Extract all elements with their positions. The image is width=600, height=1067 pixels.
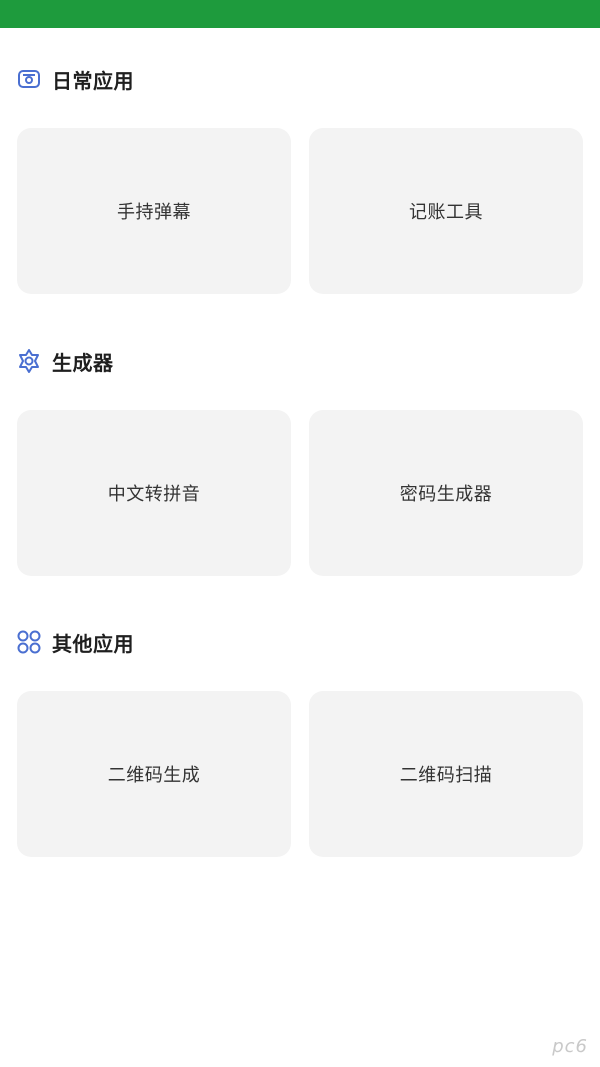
daily-apps-grid: 手持弹幕 记账工具 (17, 128, 583, 294)
section-title: 其他应用 (52, 631, 134, 656)
card-chinese-to-pinyin[interactable]: 中文转拼音 (17, 410, 291, 576)
card-password-generator[interactable]: 密码生成器 (309, 410, 583, 576)
gear-icon (16, 348, 42, 374)
section-generators-header: 生成器 (16, 345, 114, 377)
other-apps-grid: 二维码生成 二维码扫描 (17, 691, 583, 857)
card-qr-generate[interactable]: 二维码生成 (17, 691, 291, 857)
top-status-bar (0, 0, 600, 28)
section-daily-apps-header: 日常应用 (16, 63, 134, 95)
section-title: 生成器 (52, 350, 114, 375)
generators-grid: 中文转拼音 密码生成器 (17, 410, 583, 576)
watermark: pc6 (552, 1036, 588, 1057)
section-other-apps-header: 其他应用 (16, 626, 134, 658)
card-accounting-tool[interactable]: 记账工具 (309, 128, 583, 294)
card-handheld-danmaku[interactable]: 手持弹幕 (17, 128, 291, 294)
section-title: 日常应用 (52, 68, 134, 93)
app-window-icon (16, 66, 42, 92)
card-qr-scan[interactable]: 二维码扫描 (309, 691, 583, 857)
command-icon (16, 629, 42, 655)
